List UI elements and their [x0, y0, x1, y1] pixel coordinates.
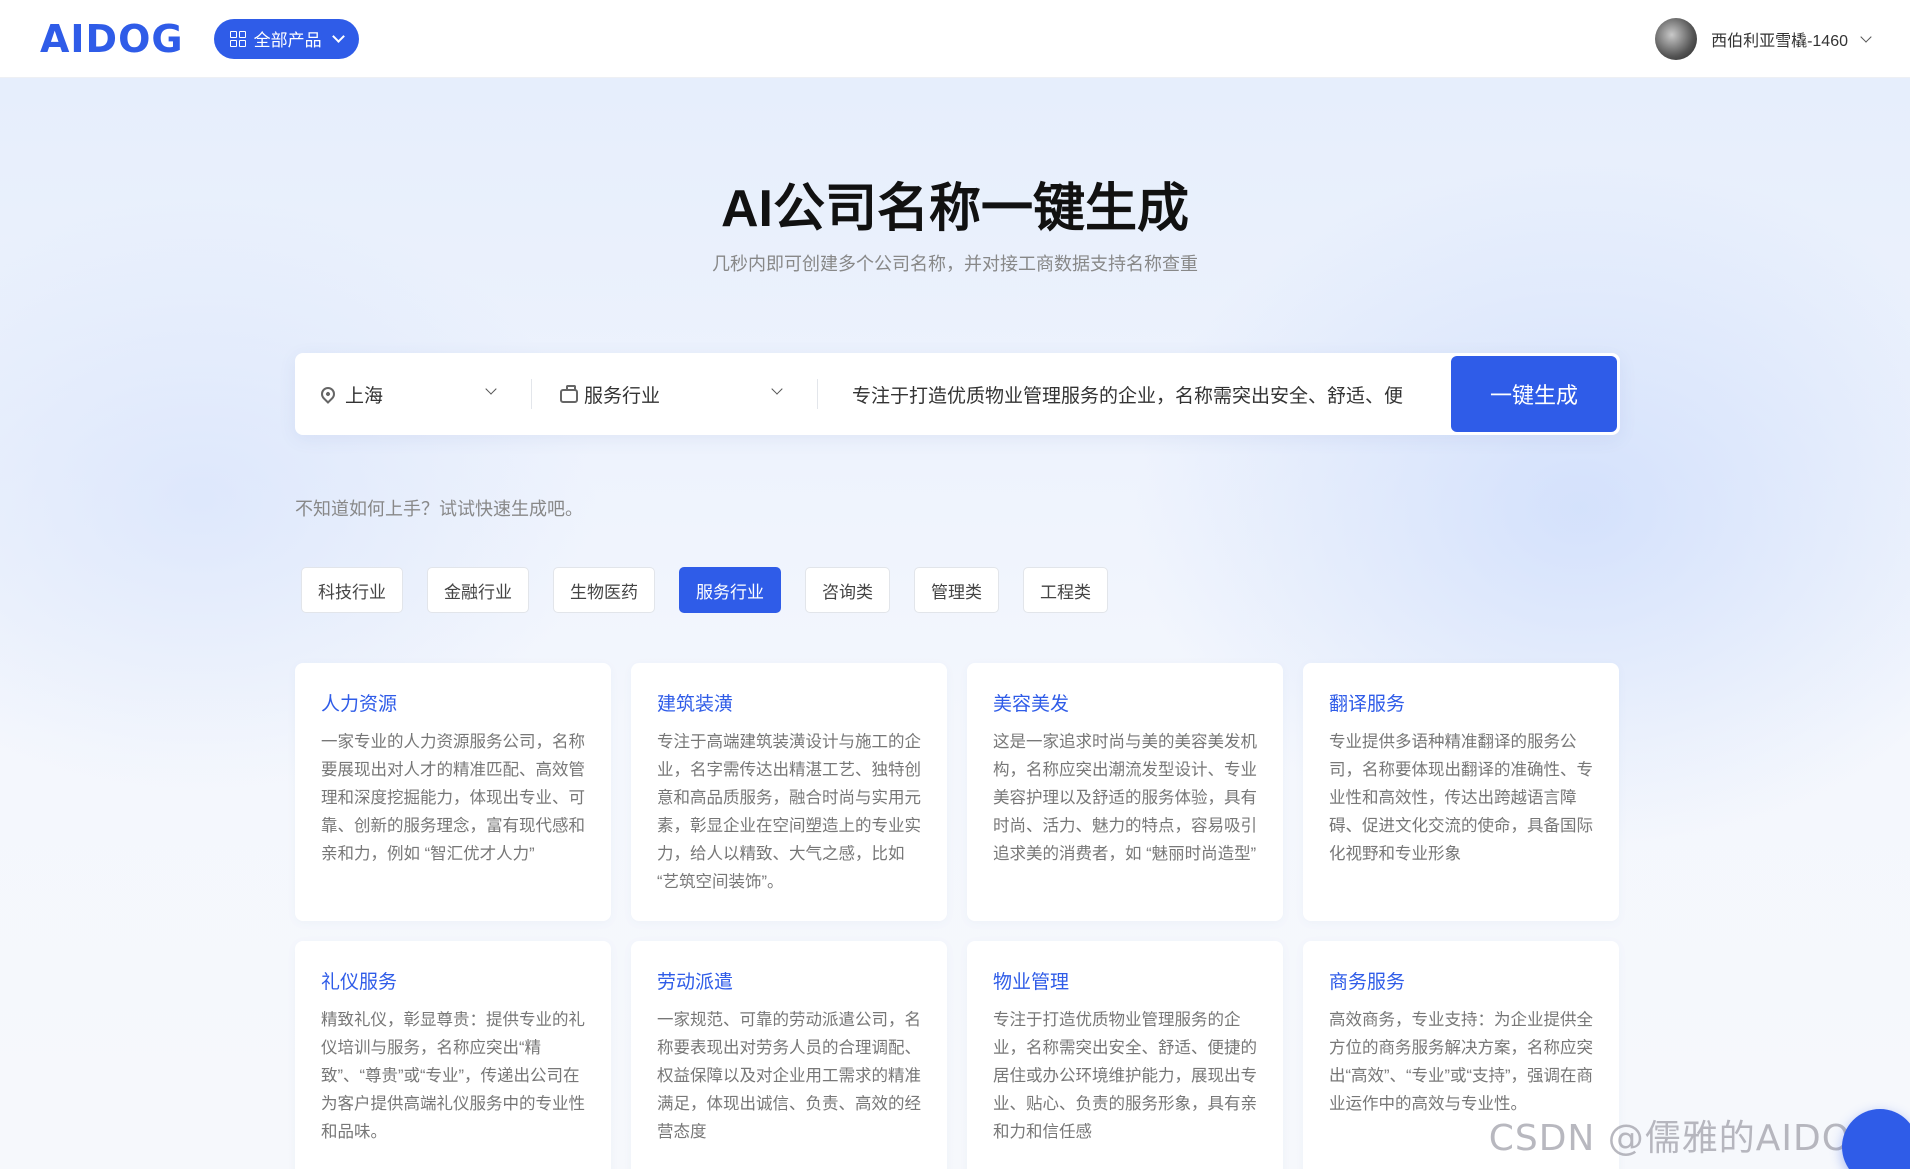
- example-cards-grid: 人力资源 一家专业的人力资源服务公司，名称要展现出对人才的精准匹配、高效管理和深…: [295, 663, 1620, 1169]
- card-description: 这是一家追求时尚与美的美容美发机构，名称应突出潮流发型设计、专业美容护理以及舒适…: [993, 733, 1257, 863]
- card-description: 专注于打造优质物业管理服务的企业，名称需突出安全、舒适、便捷的居住或办公环境维护…: [993, 1011, 1257, 1141]
- chevron-down-icon: [485, 383, 497, 395]
- generate-button[interactable]: 一键生成: [1451, 356, 1617, 432]
- page-subtitle: 几秒内即可创建多个公司名称，并对接工商数据支持名称查重: [712, 254, 1198, 274]
- tag-engineering[interactable]: 工程类: [1023, 567, 1108, 613]
- top-navigation-bar: AIDOG 全部产品 西伯利亚雪橇-1460: [0, 0, 1910, 78]
- chevron-down-icon: [1860, 31, 1872, 43]
- generator-form: 上海 服务行业 一键生成: [295, 353, 1620, 435]
- quick-start-hint: 不知道如何上手？试试快速生成吧。: [295, 499, 583, 519]
- example-card-hr[interactable]: 人力资源 一家专业的人力资源服务公司，名称要展现出对人才的精准匹配、高效管理和深…: [295, 663, 611, 921]
- industry-select[interactable]: 服务行业: [532, 353, 817, 435]
- example-card-translation[interactable]: 翻译服务 专业提供多语种精准翻译的服务公司，名称要体现出翻译的准确性、专业性和高…: [1303, 663, 1619, 921]
- page-title: AI公司名称一键生成: [720, 180, 1189, 238]
- aidog-logo[interactable]: AIDOG: [40, 0, 184, 78]
- tag-biomed[interactable]: 生物医药: [553, 567, 655, 613]
- all-products-button[interactable]: 全部产品: [213, 18, 359, 59]
- card-title: 美容美发: [993, 694, 1070, 715]
- logo-text: AIDOG: [40, 16, 184, 61]
- card-title: 人力资源: [321, 694, 398, 715]
- grid-icon: [229, 30, 246, 47]
- tag-tech[interactable]: 科技行业: [301, 567, 403, 613]
- chevron-down-icon: [771, 383, 783, 395]
- user-menu[interactable]: 西伯利亚雪橇-1460: [1655, 0, 1872, 78]
- main-content: AI公司名称一键生成 几秒内即可创建多个公司名称，并对接工商数据支持名称查重 上…: [0, 78, 1910, 1169]
- industry-value: 服务行业: [584, 385, 661, 407]
- example-card-beauty[interactable]: 美容美发 这是一家追求时尚与美的美容美发机构，名称应突出潮流发型设计、专业美容护…: [967, 663, 1283, 921]
- card-title: 物业管理: [993, 972, 1070, 993]
- tag-finance[interactable]: 金融行业: [427, 567, 529, 613]
- avatar[interactable]: [1655, 18, 1698, 60]
- tag-management[interactable]: 管理类: [914, 567, 999, 613]
- location-pin-icon: [318, 384, 338, 404]
- card-title: 翻译服务: [1329, 694, 1406, 715]
- example-card-etiquette[interactable]: 礼仪服务 精致礼仪，彰显尊贵：提供专业的礼仪培训与服务，名称应突出“精致”、“尊…: [295, 941, 611, 1169]
- industry-tags: 科技行业 金融行业 生物医药 服务行业 咨询类 管理类 工程类: [301, 567, 1108, 613]
- card-title: 劳动派遣: [657, 972, 734, 993]
- card-title: 建筑装潢: [657, 694, 734, 715]
- example-card-decoration[interactable]: 建筑装潢 专注于高端建筑装潢设计与施工的企业，名字需传达出精湛工艺、独特创意和高…: [631, 663, 947, 921]
- chevron-down-icon: [331, 29, 345, 43]
- tag-service[interactable]: 服务行业: [679, 567, 781, 613]
- city-value: 上海: [345, 385, 384, 407]
- username: 西伯利亚雪橇-1460: [1711, 33, 1848, 50]
- card-description: 一家规范、可靠的劳动派遣公司，名称要表现出对劳务人员的合理调配、权益保障以及对企…: [657, 1011, 921, 1141]
- tag-consulting[interactable]: 咨询类: [805, 567, 890, 613]
- description-input[interactable]: [818, 353, 1451, 435]
- card-description: 专业提供多语种精准翻译的服务公司，名称要体现出翻译的准确性、专业性和高效性，传达…: [1329, 733, 1593, 863]
- card-description: 精致礼仪，彰显尊贵：提供专业的礼仪培训与服务，名称应突出“精致”、“尊贵”或“专…: [321, 1011, 585, 1141]
- all-products-label: 全部产品: [253, 31, 322, 50]
- briefcase-icon: [560, 384, 578, 403]
- card-description: 一家专业的人力资源服务公司，名称要展现出对人才的精准匹配、高效管理和深度挖掘能力…: [321, 733, 585, 863]
- example-card-property[interactable]: 物业管理 专注于打造优质物业管理服务的企业，名称需突出安全、舒适、便捷的居住或办…: [967, 941, 1283, 1169]
- city-select[interactable]: 上海: [295, 353, 531, 435]
- card-title: 商务服务: [1329, 972, 1406, 993]
- card-title: 礼仪服务: [321, 972, 398, 993]
- watermark: CSDN @儒雅的AIDOG: [1488, 1118, 1880, 1159]
- card-description: 专注于高端建筑装潢设计与施工的企业，名字需传达出精湛工艺、独特创意和高品质服务，…: [657, 733, 921, 891]
- card-description: 高效商务，专业支持：为企业提供全方位的商务服务解决方案，名称应突出“高效”、“专…: [1329, 1011, 1593, 1113]
- example-card-labor-dispatch[interactable]: 劳动派遣 一家规范、可靠的劳动派遣公司，名称要表现出对劳务人员的合理调配、权益保…: [631, 941, 947, 1169]
